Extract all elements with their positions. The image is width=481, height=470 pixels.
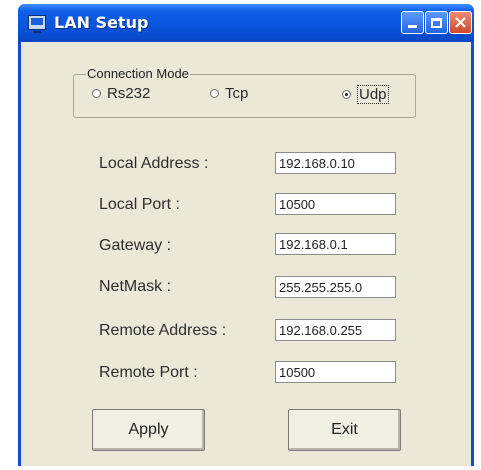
- connection-mode-label: Connection Mode: [86, 66, 190, 81]
- local-port-input[interactable]: [275, 193, 396, 215]
- remote-address-label: Remote Address :: [99, 322, 227, 339]
- remote-port-label: Remote Port :: [99, 364, 198, 381]
- gateway-label: Gateway :: [99, 237, 172, 254]
- local-address-input[interactable]: [275, 152, 396, 174]
- lan-setup-window: LAN Setup × Connection Mode Rs232 Tcp Ud…: [18, 4, 474, 466]
- gateway-input[interactable]: [275, 233, 396, 255]
- close-icon: ×: [452, 11, 469, 33]
- radio-udp[interactable]: Udp: [342, 85, 389, 104]
- monitor-icon: [28, 15, 46, 33]
- radio-rs232-indicator[interactable]: [92, 89, 101, 98]
- radio-tcp-indicator[interactable]: [210, 89, 219, 98]
- minimize-button[interactable]: [401, 11, 424, 34]
- close-button[interactable]: ×: [449, 11, 472, 34]
- radio-rs232-label: Rs232: [107, 85, 151, 102]
- window-title: LAN Setup: [54, 13, 149, 32]
- netmask-label: NetMask :: [99, 278, 172, 295]
- netmask-input[interactable]: [275, 276, 396, 298]
- minimize-icon: [408, 25, 417, 28]
- radio-tcp-label: Tcp: [225, 85, 249, 102]
- title-bar[interactable]: LAN Setup ×: [18, 4, 474, 42]
- radio-udp-label: Udp: [357, 85, 389, 104]
- connection-mode-group: Connection Mode Rs232 Tcp Udp: [73, 66, 416, 118]
- radio-tcp[interactable]: Tcp: [210, 85, 248, 102]
- radio-rs232[interactable]: Rs232: [92, 85, 150, 102]
- maximize-icon: [431, 17, 442, 28]
- apply-button[interactable]: Apply: [92, 409, 205, 451]
- exit-button[interactable]: Exit: [288, 409, 401, 451]
- local-port-label: Local Port :: [99, 196, 180, 213]
- remote-address-input[interactable]: [275, 319, 396, 341]
- local-address-label: Local Address :: [99, 155, 209, 172]
- maximize-button[interactable]: [425, 11, 448, 34]
- radio-udp-indicator[interactable]: [342, 90, 351, 99]
- dialog-body: Connection Mode Rs232 Tcp Udp Local Addr…: [21, 42, 471, 466]
- remote-port-input[interactable]: [275, 361, 396, 383]
